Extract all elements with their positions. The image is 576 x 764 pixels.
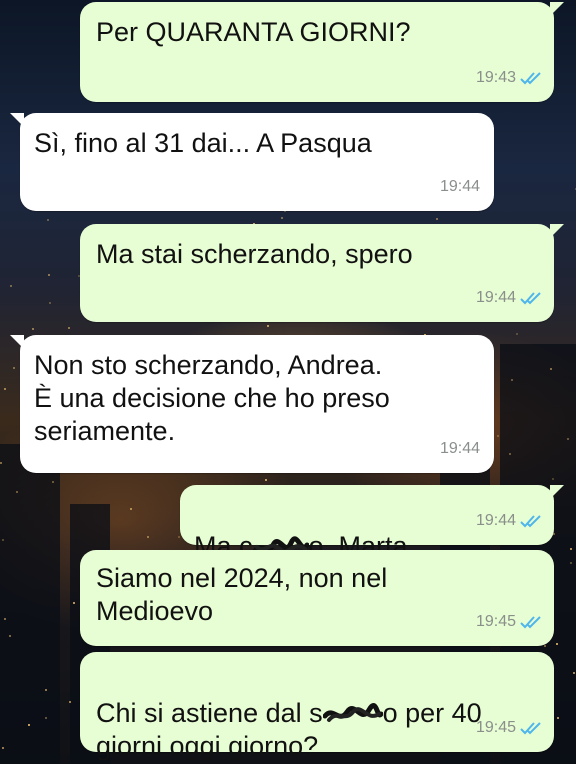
city-light — [52, 481, 54, 483]
message-meta: 19:44 — [476, 504, 542, 537]
city-light — [436, 218, 438, 220]
double-check-icon — [520, 71, 542, 85]
city-light — [4, 618, 6, 620]
city-light — [509, 453, 511, 455]
message-text: Sì, fino al 31 dai... A Pasqua — [34, 128, 372, 158]
message-text: Non sto scherzando, Andrea. È una decisi… — [34, 350, 390, 446]
city-light — [49, 302, 51, 304]
city-light — [10, 285, 12, 287]
message-bubble-outgoing[interactable]: Siamo nel 2024, non nel Medioevo 19:45 — [80, 550, 554, 646]
city-light — [552, 478, 554, 480]
message-meta: 19:45 — [476, 711, 542, 744]
message-bubble-incoming[interactable]: Sì, fino al 31 dai... A Pasqua 19:44 — [10, 113, 494, 211]
city-light — [47, 219, 49, 221]
city-light — [557, 717, 559, 719]
message-text: Chi si astiene dal s o per 40 giorni ogg… — [96, 664, 482, 763]
city-light — [68, 327, 70, 329]
city-light — [147, 536, 149, 538]
city-light — [2, 747, 4, 749]
city-light — [570, 562, 572, 564]
city-light — [69, 701, 71, 703]
message-meta: 19:43 — [476, 61, 542, 94]
city-light — [13, 367, 15, 369]
city-light — [511, 379, 513, 381]
message-time: 19:45 — [475, 719, 516, 736]
city-light — [4, 388, 6, 390]
message-bubble-outgoing[interactable]: Per QUARANTA GIORNI? 19:43 — [80, 2, 564, 102]
message-text-part: Chi si astiene dal s — [96, 698, 323, 728]
city-light — [9, 635, 11, 637]
city-light — [556, 643, 558, 645]
message-meta: 19:44 — [476, 281, 542, 314]
city-light — [573, 672, 575, 674]
city-light — [267, 325, 269, 327]
message-meta: 19:45 — [476, 605, 542, 638]
message-time: 19:45 — [475, 613, 516, 630]
message-time: 19:44 — [475, 289, 516, 306]
message-bubble-outgoing[interactable]: Ma c o, Marta 19:44 — [180, 485, 564, 561]
city-light — [48, 274, 50, 276]
double-check-icon — [520, 615, 542, 629]
city-light — [45, 717, 47, 719]
message-meta: 19:44 — [440, 432, 480, 465]
city-light — [550, 368, 552, 370]
message-bubble-outgoing[interactable]: Chi si astiene dal s o per 40 giorni ogg… — [80, 652, 554, 761]
city-light — [45, 689, 47, 691]
city-light — [516, 333, 518, 335]
message-bubble-incoming[interactable]: Non sto scherzando, Andrea. È una decisi… — [10, 335, 494, 473]
double-check-icon — [520, 514, 542, 528]
city-light — [73, 602, 75, 604]
double-check-icon — [520, 291, 542, 305]
city-light — [130, 508, 132, 510]
double-check-icon — [520, 721, 542, 735]
city-light — [16, 491, 18, 493]
message-meta: 19:44 — [440, 170, 480, 203]
message-time: 19:44 — [439, 178, 480, 195]
city-light — [567, 438, 569, 440]
message-text: Ma stai scherzando, spero — [96, 239, 413, 269]
message-text: Siamo nel 2024, non nel Medioevo — [96, 563, 388, 626]
city-light — [28, 724, 30, 726]
scribble-redaction — [322, 702, 383, 728]
city-light — [32, 328, 34, 330]
city-light — [281, 217, 283, 219]
city-light — [0, 462, 2, 464]
message-time: 19:44 — [475, 512, 516, 529]
city-light — [265, 479, 267, 481]
message-time: 19:44 — [439, 440, 480, 457]
city-light — [570, 548, 572, 550]
city-light — [2, 539, 4, 541]
message-text: Per QUARANTA GIORNI? — [96, 17, 411, 47]
message-bubble-outgoing[interactable]: Ma stai scherzando, spero 19:44 — [80, 224, 564, 322]
message-time: 19:43 — [475, 69, 516, 86]
city-light — [178, 536, 180, 538]
city-light — [544, 645, 546, 647]
city-light — [497, 435, 499, 437]
